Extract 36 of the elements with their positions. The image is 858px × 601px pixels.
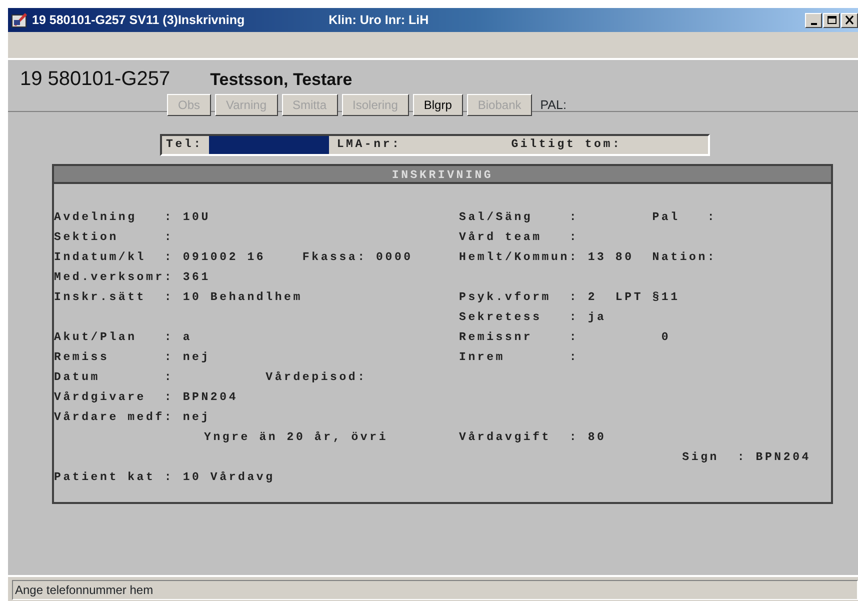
field-text: Remissnr : 0 (459, 331, 671, 344)
minimize-button[interactable] (805, 12, 822, 28)
field-text: Sign : BPN204 (682, 451, 811, 464)
field-text: Vård team : (459, 231, 579, 244)
field-text: Hemlt/Kommun: 13 80 Nation: (459, 251, 717, 264)
close-icon (844, 15, 855, 25)
field-text: Datum : Vårdepisod: (54, 371, 367, 384)
minimize-icon (810, 22, 816, 24)
field-text: Med.verksomr: 361 (54, 271, 210, 284)
field-text: Patient kat : 10 Vårdavg (54, 471, 275, 484)
field-text: Akut/Plan : a (54, 331, 192, 344)
maximize-icon (826, 15, 837, 25)
field-text: Vårdare medf: nej (54, 411, 210, 424)
field-text: Inrem : (459, 351, 579, 364)
patient-id: 19 580101-G257 (20, 67, 170, 92)
window-subtitle: Klin: Uro Inr: LiH (328, 12, 429, 29)
field-text: Sal/Säng : Pal : (459, 211, 717, 224)
field-text: Psyk.vform : 2 LPT §11 (459, 291, 680, 304)
field-text: Inskr.sätt : 10 Behandlhem (54, 291, 302, 304)
maximize-button[interactable] (823, 12, 840, 28)
close-button[interactable] (841, 12, 858, 28)
field-text: Yngre än 20 år, övri (204, 431, 388, 444)
app-icon (11, 11, 29, 29)
field-text: Vårdavgift : 80 (459, 431, 606, 444)
field-text: Indatum/kl : 091002 16 Fkassa: 0000 (54, 251, 413, 264)
pal-label: PAL: (540, 96, 566, 114)
field-text: Vårdgivare : BPN204 (54, 391, 238, 404)
toolbar-button[interactable]: Blgrp (412, 94, 463, 116)
window-title: 19 580101-G257 SV11 (3)Inskrivning (32, 12, 245, 29)
field-text: Sektion : (54, 231, 174, 244)
field-text: Remiss : nej (54, 351, 210, 364)
field-text: Avdelning : 10U (54, 211, 210, 224)
panel-title: INSKRIVNING (54, 164, 831, 184)
field-text: Sekretess : ja (459, 311, 606, 324)
patient-name: Testsson, Testare (210, 69, 352, 91)
status-text: Ange telefonnummer hem (12, 580, 858, 600)
